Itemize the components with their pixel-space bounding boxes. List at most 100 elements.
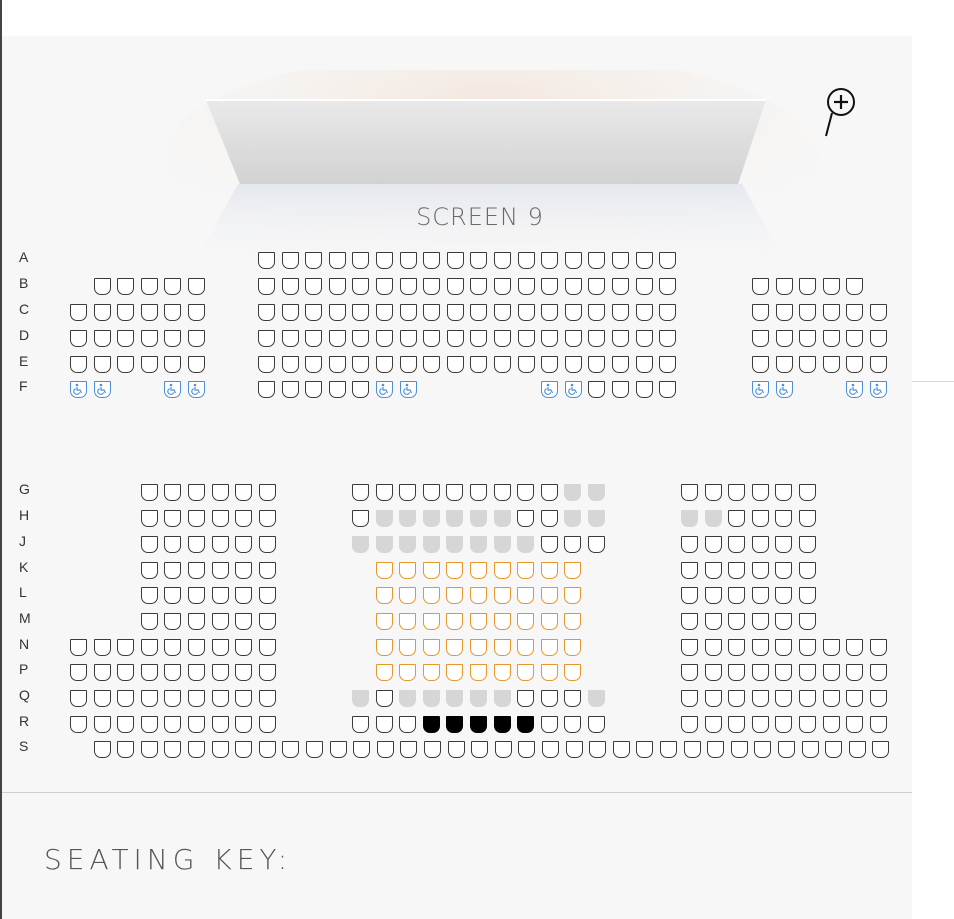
seat-l-lower-left-6[interactable] [259, 587, 276, 604]
seat-b-center-18[interactable] [659, 278, 676, 295]
seat-e-center-9[interactable] [447, 356, 464, 373]
seat-q-lower-left-7[interactable] [212, 690, 229, 707]
seat-n-lower-center-6[interactable] [494, 639, 511, 656]
seat-q-lower-center-10[interactable] [564, 690, 581, 707]
seat-l-lower-center-6[interactable] [494, 587, 511, 604]
seat-s-full-24[interactable] [636, 741, 653, 758]
seat-s-full-33[interactable] [849, 741, 866, 758]
seat-h-lower-left-1[interactable] [141, 510, 158, 527]
seat-c-center-11[interactable] [494, 304, 511, 321]
seat-g-lower-center-9[interactable] [541, 484, 558, 501]
seat-p-lower-center-9[interactable] [564, 664, 581, 681]
seat-s-full-4[interactable] [164, 741, 181, 758]
seat-e-left-5[interactable] [164, 356, 181, 373]
seat-f-center-3[interactable] [305, 381, 322, 398]
seat-e-right-1[interactable] [752, 356, 769, 373]
seat-e-center-7[interactable] [400, 356, 417, 373]
seat-s-full-1[interactable] [94, 741, 111, 758]
seat-b-center-14[interactable] [565, 278, 582, 295]
seat-q-lower-left-5[interactable] [164, 690, 181, 707]
seat-c-center-3[interactable] [305, 304, 322, 321]
seat-c-center-9[interactable] [447, 304, 464, 321]
seat-p-lower-right-9[interactable] [870, 664, 887, 681]
seat-l-lower-center-4[interactable] [446, 587, 463, 604]
seat-a-center-14[interactable] [565, 252, 582, 269]
seat-b-left-1[interactable] [94, 278, 111, 295]
seat-p-lower-center-7[interactable] [517, 664, 534, 681]
seat-g-lower-left-6[interactable] [259, 484, 276, 501]
seat-p-lower-right-8[interactable] [846, 664, 863, 681]
seat-c-right-3[interactable] [799, 304, 816, 321]
seat-r-lower-left-8[interactable] [235, 716, 252, 733]
seat-n-lower-right-4[interactable] [752, 639, 769, 656]
seat-j-lower-right-1[interactable] [681, 536, 698, 553]
seat-m-lower-right-4[interactable] [752, 613, 769, 630]
seat-r-lower-center-10[interactable] [564, 716, 581, 733]
seat-n-lower-left-8[interactable] [235, 639, 252, 656]
seat-s-full-9[interactable] [282, 741, 299, 758]
seat-l-lower-right-6[interactable] [799, 587, 816, 604]
seat-a-center-7[interactable] [400, 252, 417, 269]
seat-n-lower-center-1[interactable] [376, 639, 393, 656]
seat-q-lower-left-4[interactable] [141, 690, 158, 707]
seat-j-lower-left-6[interactable] [259, 536, 276, 553]
seat-f-center-16[interactable] [612, 381, 629, 398]
seat-e-left-6[interactable] [188, 356, 205, 373]
seat-m-lower-right-5[interactable] [775, 613, 792, 630]
seat-l-lower-left-3[interactable] [188, 587, 205, 604]
seat-s-full-5[interactable] [188, 741, 205, 758]
seat-j-lower-center-9[interactable] [541, 536, 558, 553]
seat-m-lower-left-5[interactable] [235, 613, 252, 630]
seat-l-lower-center-8[interactable] [541, 587, 558, 604]
seat-c-left-4[interactable] [141, 304, 158, 321]
seat-p-lower-left-5[interactable] [164, 664, 181, 681]
seat-p-lower-center-2[interactable] [399, 664, 416, 681]
seat-g-lower-left-3[interactable] [188, 484, 205, 501]
seat-r-lower-left-4[interactable] [141, 716, 158, 733]
seat-n-lower-right-8[interactable] [846, 639, 863, 656]
seat-e-center-2[interactable] [282, 356, 299, 373]
seat-s-full-14[interactable] [400, 741, 417, 758]
seat-k-lower-center-4[interactable] [446, 562, 463, 579]
seat-g-lower-left-1[interactable] [141, 484, 158, 501]
seat-b-center-5[interactable] [352, 278, 369, 295]
seat-r-lower-left-2[interactable] [94, 716, 111, 733]
seat-e-center-11[interactable] [494, 356, 511, 373]
seat-b-center-2[interactable] [282, 278, 299, 295]
seat-b-center-6[interactable] [376, 278, 393, 295]
seat-q-lower-right-9[interactable] [870, 690, 887, 707]
seat-n-lower-left-1[interactable] [70, 639, 87, 656]
seat-e-center-5[interactable] [352, 356, 369, 373]
seat-a-center-6[interactable] [376, 252, 393, 269]
seat-r-lower-center-3[interactable] [399, 716, 416, 733]
seat-p-lower-left-3[interactable] [117, 664, 134, 681]
seat-q-lower-right-2[interactable] [705, 690, 722, 707]
seat-m-lower-right-3[interactable] [728, 613, 745, 630]
seat-r-lower-right-5[interactable] [775, 716, 792, 733]
seat-d-right-5[interactable] [846, 330, 863, 347]
seat-k-lower-center-3[interactable] [423, 562, 440, 579]
seat-e-center-12[interactable] [518, 356, 535, 373]
seat-s-full-28[interactable] [731, 741, 748, 758]
seat-q-lower-left-9[interactable] [259, 690, 276, 707]
seat-k-lower-center-7[interactable] [517, 562, 534, 579]
seat-c-left-2[interactable] [94, 304, 111, 321]
seat-h-lower-right-5[interactable] [775, 510, 792, 527]
seat-g-lower-left-5[interactable] [235, 484, 252, 501]
seat-g-lower-right-4[interactable] [752, 484, 769, 501]
seat-q-lower-right-4[interactable] [752, 690, 769, 707]
seat-k-lower-center-2[interactable] [399, 562, 416, 579]
seat-n-lower-right-5[interactable] [775, 639, 792, 656]
seat-c-right-6[interactable] [870, 304, 887, 321]
seat-f-center-1[interactable] [258, 381, 275, 398]
seat-m-lower-left-1[interactable] [141, 613, 158, 630]
seat-k-lower-right-6[interactable] [799, 562, 816, 579]
seat-g-lower-right-3[interactable] [728, 484, 745, 501]
seat-r-lower-center-11[interactable] [588, 716, 605, 733]
seat-h-lower-center-9[interactable] [541, 510, 558, 527]
seat-p-lower-right-2[interactable] [705, 664, 722, 681]
seat-r-lower-right-9[interactable] [870, 716, 887, 733]
seat-b-right-4[interactable] [823, 278, 840, 295]
seat-l-lower-right-3[interactable] [728, 587, 745, 604]
seat-n-lower-left-2[interactable] [94, 639, 111, 656]
